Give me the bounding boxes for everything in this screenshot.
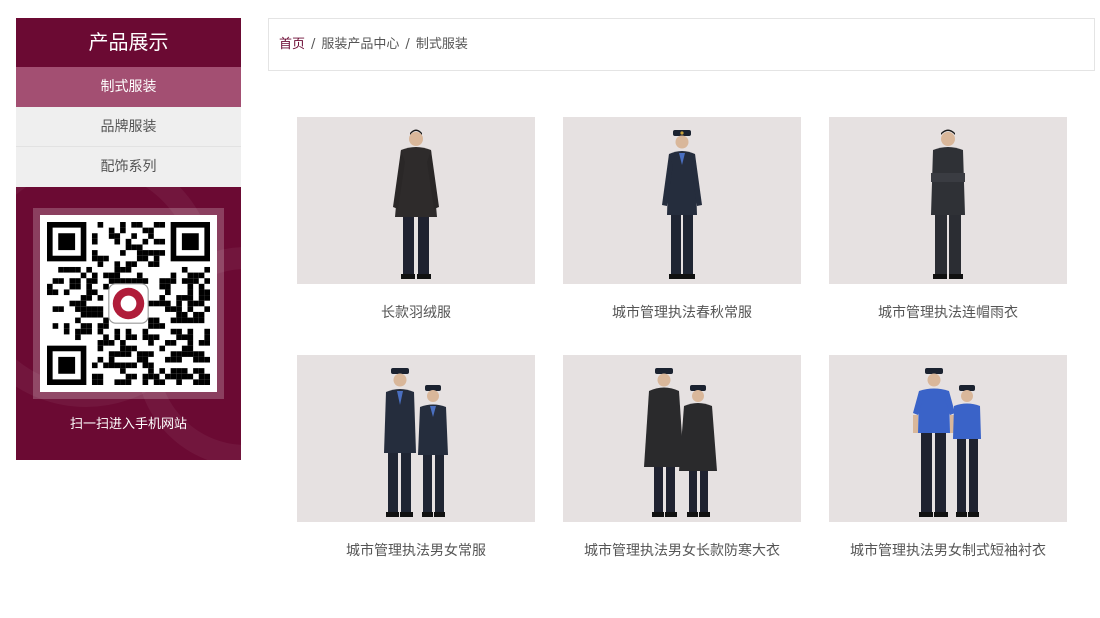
product-photo[interactable] — [829, 355, 1067, 522]
breadcrumb-home-link[interactable]: 首页 — [279, 37, 305, 52]
product-card[interactable]: 城市管理执法春秋常服 — [563, 117, 801, 322]
breadcrumb-current: 制式服装 — [415, 37, 468, 52]
product-card[interactable]: 城市管理执法连帽雨衣 — [829, 117, 1067, 322]
breadcrumb-separator: / — [311, 37, 316, 52]
product-card[interactable]: 城市管理执法男女制式短袖衬衣 — [829, 355, 1067, 560]
qr-frame — [33, 208, 224, 399]
product-name[interactable]: 城市管理执法男女常服 — [297, 540, 535, 560]
sidebar-title: 产品展示 — [16, 18, 241, 67]
product-name[interactable]: 城市管理执法连帽雨衣 — [829, 302, 1067, 322]
sidebar-item-brand-clothing[interactable]: 品牌服装 — [16, 107, 241, 147]
product-card[interactable]: 城市管理执法男女长款防寒大衣 — [563, 355, 801, 560]
product-photo[interactable] — [563, 355, 801, 522]
product-photo[interactable] — [829, 117, 1067, 284]
product-image-spring-autumn-uniform — [662, 130, 702, 279]
product-photo[interactable] — [563, 117, 801, 284]
sidebar-item-uniform[interactable]: 制式服装 — [16, 67, 241, 107]
product-name[interactable]: 城市管理执法男女长款防寒大衣 — [563, 540, 801, 560]
product-name[interactable]: 长款羽绒服 — [297, 302, 535, 322]
product-photo[interactable] — [297, 355, 535, 522]
qr-panel: 扫一扫进入手机网站 — [16, 187, 241, 460]
breadcrumb-separator: / — [405, 37, 410, 52]
product-image-long-down-jacket — [393, 129, 439, 279]
product-image-hooded-raincoat — [931, 129, 965, 279]
product-photo[interactable] — [297, 117, 535, 284]
sidebar-item-accessories[interactable]: 配饰系列 — [16, 147, 241, 187]
product-name[interactable]: 城市管理执法男女制式短袖衬衣 — [829, 540, 1067, 560]
sidebar: 产品展示 制式服装 品牌服装 配饰系列 扫一扫进入手机网站 — [16, 18, 241, 460]
product-image-long-winter-coat — [644, 368, 717, 517]
qr-code-icon — [47, 222, 210, 385]
product-image-men-women-uniform — [384, 368, 448, 517]
breadcrumb-product-center-link[interactable]: 服装产品中心 — [321, 37, 399, 52]
qr-caption: 扫一扫进入手机网站 — [69, 417, 187, 432]
product-card[interactable]: 城市管理执法男女常服 — [297, 355, 535, 560]
product-image-short-sleeve-shirt — [913, 368, 981, 517]
product-card[interactable]: 长款羽绒服 — [297, 117, 535, 322]
product-name[interactable]: 城市管理执法春秋常服 — [563, 302, 801, 322]
breadcrumb: 首页 / 服装产品中心 / 制式服装 — [268, 18, 1095, 71]
